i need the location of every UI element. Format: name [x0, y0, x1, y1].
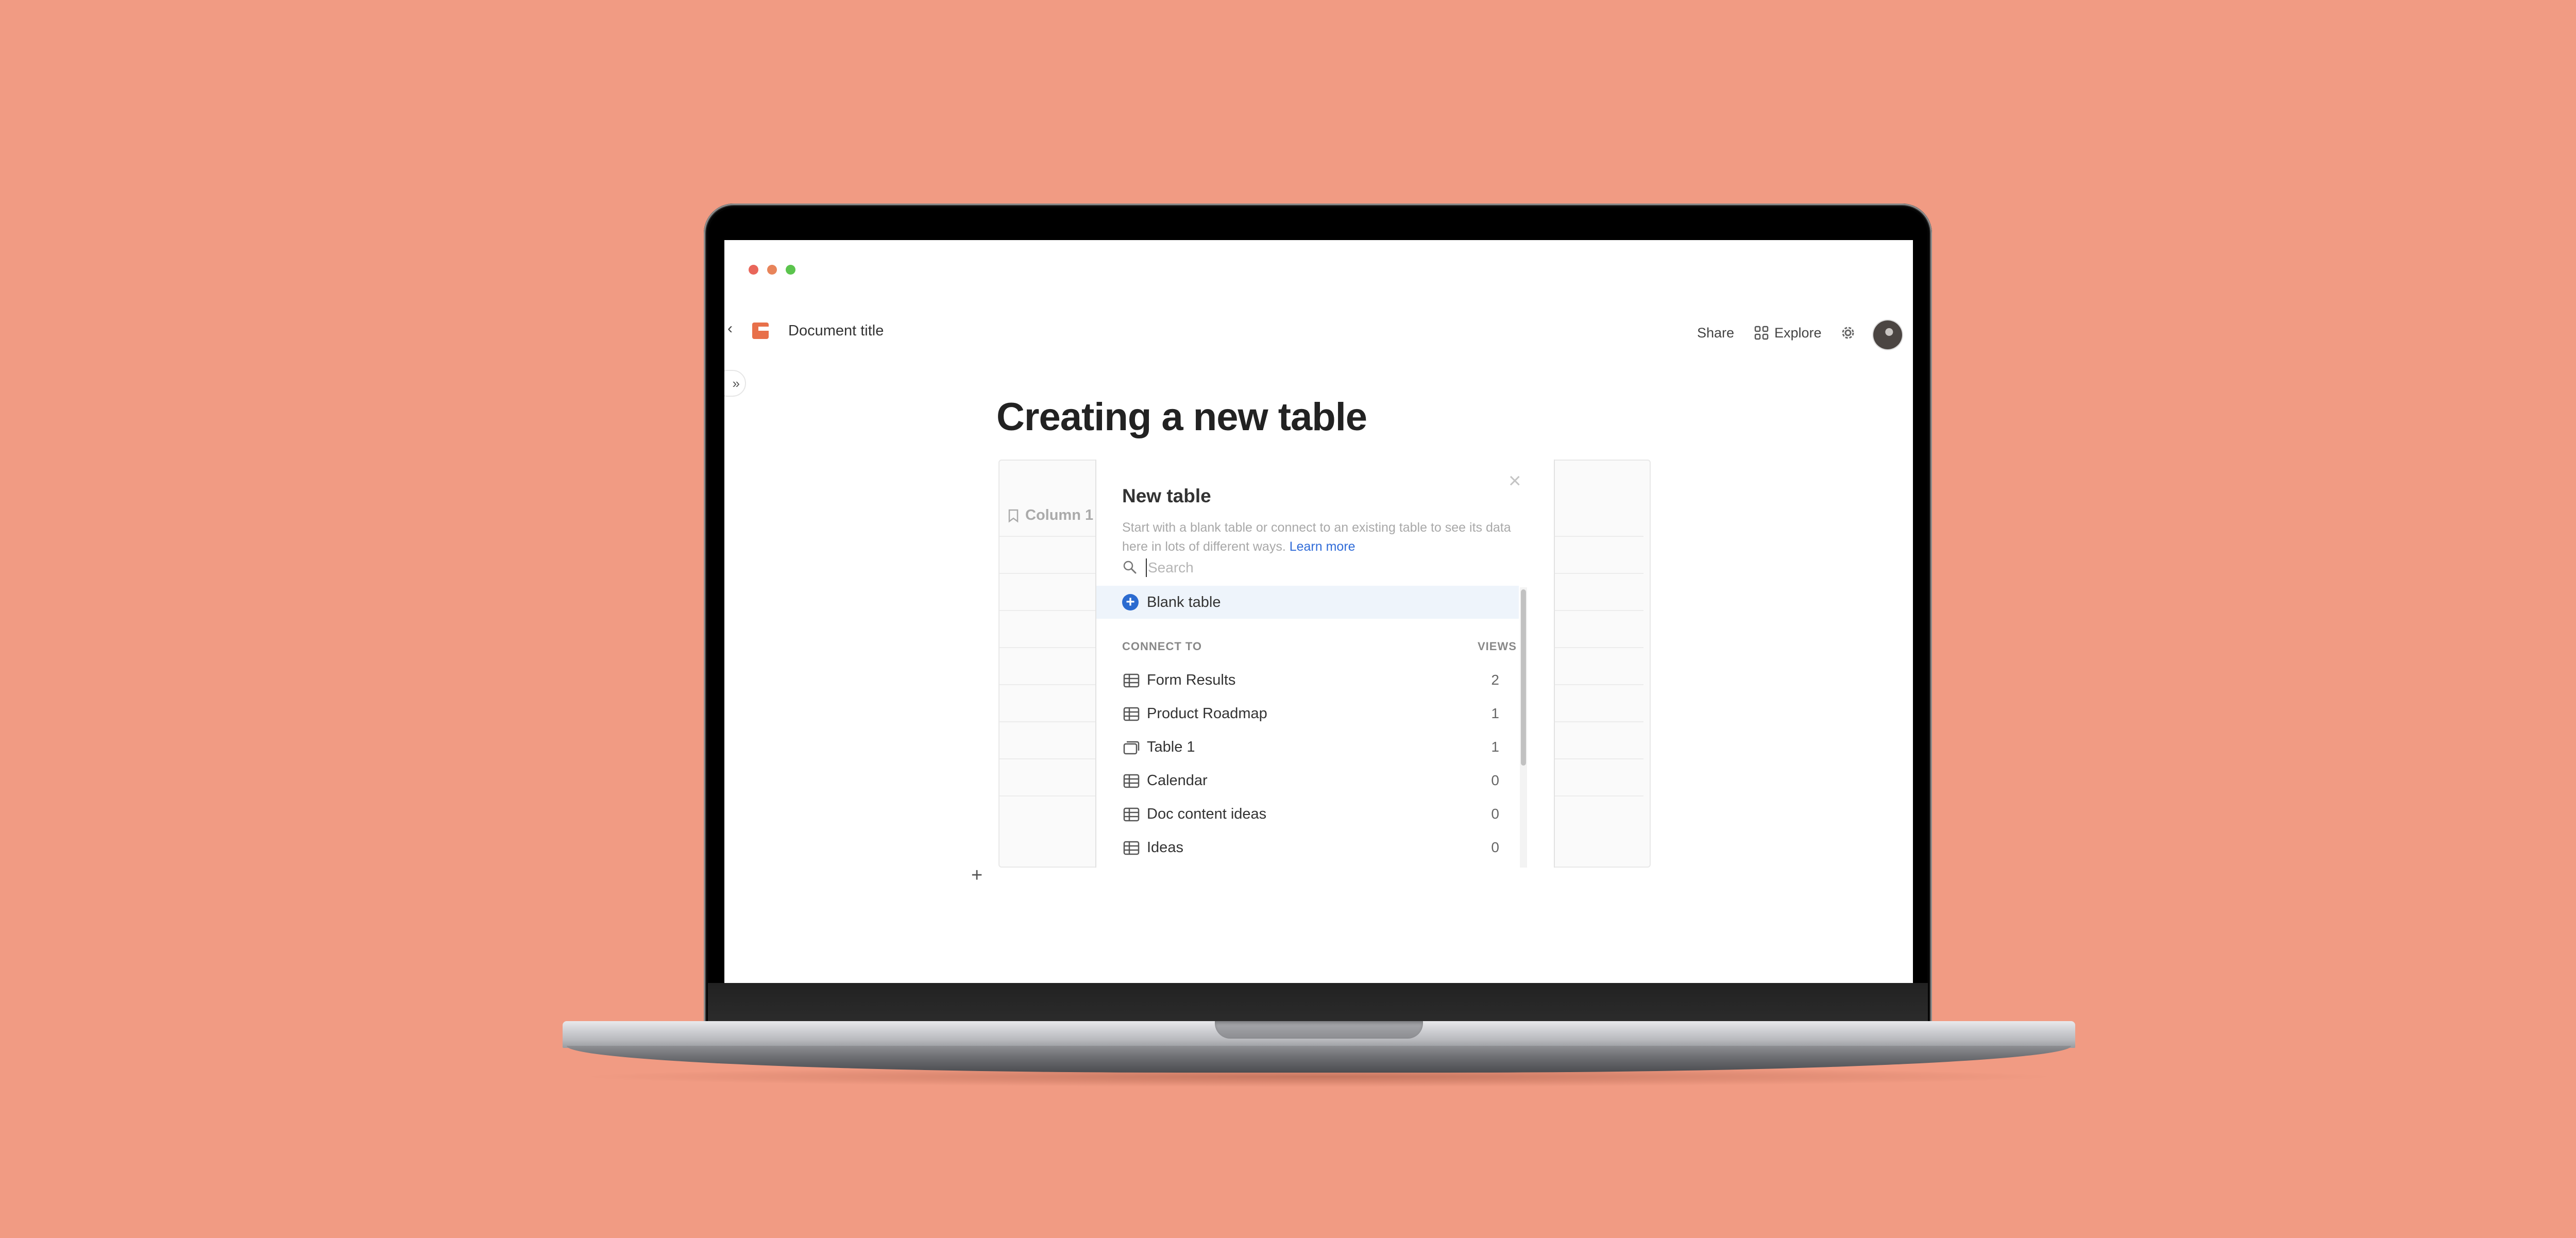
share-label: Share [1697, 325, 1735, 341]
explore-label: Explore [1774, 325, 1822, 341]
back-chevron-icon[interactable]: ‹ [727, 321, 740, 336]
list-item-count: 1 [1491, 739, 1499, 755]
list-item[interactable]: Table 1 1 [1096, 731, 1519, 765]
explore-button[interactable]: Explore [1754, 324, 1822, 342]
scrollbar-thumb[interactable] [1521, 589, 1526, 766]
document-title[interactable]: Document title [788, 321, 884, 340]
list-item-partial[interactable] [1096, 865, 1519, 868]
list-item-label: Calendar [1147, 772, 1208, 789]
window-close-button[interactable] [749, 265, 758, 275]
laptop-notch [1215, 1021, 1423, 1039]
laptop-bezel [708, 983, 1928, 1021]
list-item-label: Table 1 [1147, 739, 1195, 755]
list-item-label: Doc content ideas [1147, 806, 1267, 822]
settings-gear-icon[interactable] [1839, 324, 1857, 342]
new-table-dialog: × New table Start with a blank table or … [1095, 460, 1555, 868]
table-icon [1123, 673, 1140, 688]
view-icon [1123, 741, 1140, 755]
list-item-label: Ideas [1147, 839, 1183, 856]
dialog-title: New table [1122, 485, 1211, 506]
list-item[interactable]: Doc content ideas 0 [1096, 798, 1519, 832]
bookmark-icon [1008, 509, 1019, 522]
dialog-description: Start with a blank table or connect to a… [1122, 518, 1514, 556]
list-item-count: 2 [1491, 672, 1499, 688]
learn-more-link[interactable]: Learn more [1290, 539, 1355, 554]
list-item-label: Product Roadmap [1147, 705, 1267, 722]
search-input[interactable] [1146, 558, 1519, 577]
search-icon [1122, 559, 1138, 575]
doc-logo-icon [751, 321, 770, 340]
table-icon [1123, 707, 1140, 721]
views-heading: VIEWS [1478, 640, 1517, 653]
list-item-count: 0 [1491, 772, 1499, 788]
close-icon[interactable]: × [1509, 470, 1521, 491]
user-avatar[interactable] [1873, 320, 1902, 349]
list-item-count: 1 [1491, 705, 1499, 721]
list-item[interactable]: Product Roadmap 1 [1096, 698, 1519, 731]
connect-to-heading: CONNECT TO [1122, 640, 1202, 653]
explore-grid-icon [1754, 326, 1769, 340]
window-maximize-button[interactable] [786, 265, 795, 275]
column-header: Column 1 [1008, 507, 1093, 524]
blank-table-label: Blank table [1147, 594, 1221, 610]
list-item-count: 0 [1491, 839, 1499, 855]
add-row-icon[interactable]: + [971, 864, 982, 887]
blank-table-option[interactable]: + Blank table [1096, 586, 1519, 619]
table-icon [1123, 841, 1140, 855]
app-screen: ‹ Document title Share Explore » Creatin… [724, 240, 1913, 983]
list-item-count: 0 [1491, 806, 1499, 822]
table-icon [1123, 807, 1140, 822]
window-minimize-button[interactable] [767, 265, 777, 275]
sidebar-expand-icon[interactable]: » [724, 370, 746, 397]
page-title: Creating a new table [996, 395, 1367, 439]
list-item[interactable]: Ideas 0 [1096, 832, 1519, 865]
list-item[interactable]: Form Results 2 [1096, 664, 1519, 698]
list-item[interactable]: Calendar 0 [1096, 765, 1519, 798]
list-item-label: Form Results [1147, 672, 1236, 688]
table-icon [1123, 774, 1140, 788]
share-button[interactable]: Share [1697, 324, 1734, 342]
column-header-label: Column 1 [1025, 507, 1094, 523]
add-circle-icon: + [1122, 594, 1139, 610]
